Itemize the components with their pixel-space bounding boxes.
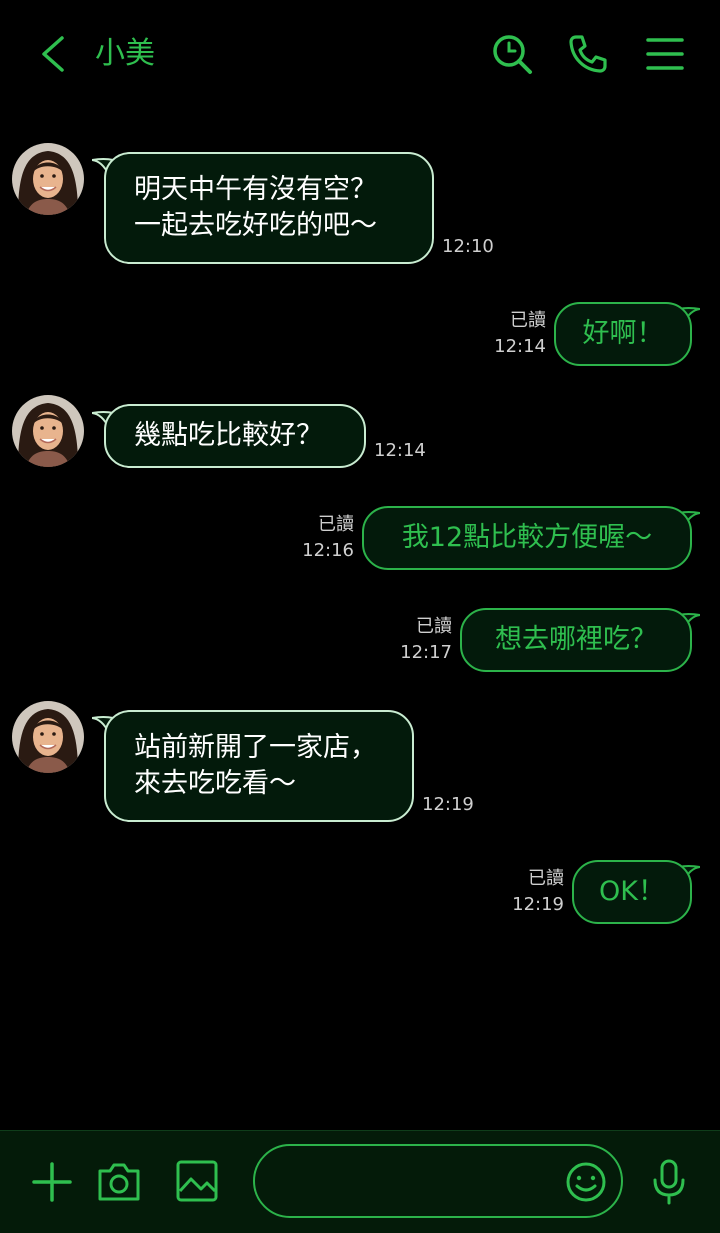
camera-icon[interactable] [96,1159,142,1203]
read-status: 已讀 12:19 [498,866,564,918]
input-bar [0,1130,720,1233]
message-bubble-incoming[interactable]: 站前新開了一家店， 來去吃吃看～ [104,710,414,822]
message-text: 想去哪裡吃？ [495,624,657,655]
read-label: 已讀 [318,514,354,535]
message-text: OK！ [599,876,665,907]
message-text: 來去吃吃看～ [134,768,296,799]
message-time: 12:14 [494,336,546,357]
message-text: 我12點比較方便喔～ [401,522,653,553]
emoji-icon[interactable] [564,1160,608,1204]
message-text: 站前新開了一家店， [134,732,377,763]
message-time: 12:19 [422,794,474,815]
message-time: 12:17 [400,642,452,663]
microphone-icon[interactable] [650,1158,688,1206]
message-text: 幾點吃比較好？ [134,420,323,451]
message-text: 一起去吃好吃的吧～ [134,210,377,241]
plus-icon[interactable] [30,1160,74,1204]
message-bubble-outgoing[interactable]: 好啊！ [554,302,692,366]
message-bubble-outgoing[interactable]: 我12點比較方便喔～ [362,506,692,570]
read-label: 已讀 [416,616,452,637]
message-time: 12:19 [512,894,564,915]
message-text: 明天中午有沒有空？ [134,174,377,205]
message-time: 12:14 [374,440,426,461]
read-status: 已讀 12:17 [386,614,452,666]
read-status: 已讀 12:14 [480,308,546,360]
message-text: 好啊！ [582,318,664,349]
read-label: 已讀 [528,868,564,889]
avatar[interactable] [12,143,84,215]
message-bubble-outgoing[interactable]: OK！ [572,860,692,924]
read-label: 已讀 [510,310,546,331]
read-status: 已讀 12:16 [288,512,354,564]
avatar[interactable] [12,701,84,773]
message-time: 12:10 [442,236,494,257]
message-bubble-incoming[interactable]: 幾點吃比較好？ [104,404,366,468]
message-bubble-outgoing[interactable]: 想去哪裡吃？ [460,608,692,672]
image-icon[interactable] [175,1159,219,1203]
message-time: 12:16 [302,540,354,561]
message-list[interactable]: 明天中午有沒有空？ 一起去吃好吃的吧～ 12:10 已讀 12:14 好啊！ 幾… [0,0,720,1130]
message-bubble-incoming[interactable]: 明天中午有沒有空？ 一起去吃好吃的吧～ [104,152,434,264]
avatar[interactable] [12,395,84,467]
